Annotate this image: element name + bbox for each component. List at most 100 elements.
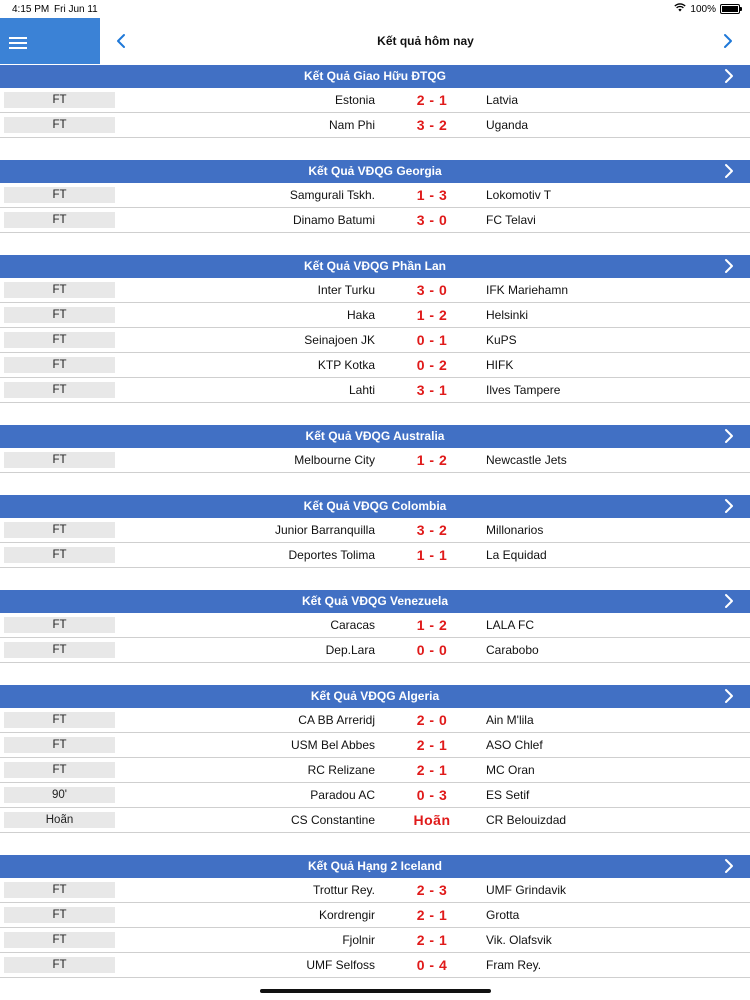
league-section: Kết Quả VĐQG Phần Lan FT Inter Turku 3 - 0 I… bbox=[0, 255, 750, 403]
away-team: Millonarios bbox=[486, 523, 544, 537]
match-row[interactable]: FT UMF Selfoss 0 - 4 Fram Rey. bbox=[0, 953, 750, 978]
match-score: 3 - 2 bbox=[416, 522, 448, 538]
match-status: FT bbox=[4, 907, 115, 923]
match-row[interactable]: 90' Paradou AC 0 - 3 ES Setif bbox=[0, 783, 750, 808]
away-team: HIFK bbox=[486, 358, 514, 372]
match-score: 1 - 1 bbox=[416, 547, 448, 563]
match-status: FT bbox=[4, 92, 115, 108]
match-status: FT bbox=[4, 382, 115, 398]
away-team: MC Oran bbox=[486, 763, 535, 777]
match-score: 2 - 1 bbox=[416, 92, 448, 108]
match-score: 0 - 2 bbox=[416, 357, 448, 373]
chevron-right-icon bbox=[725, 69, 733, 83]
league-header[interactable]: Kết Quả VĐQG Georgia bbox=[0, 160, 750, 183]
match-row[interactable]: Hoãn CS Constantine Hoãn CR Belouizdad bbox=[0, 808, 750, 833]
top-bar: Kết quả hôm nay bbox=[101, 18, 750, 64]
match-row[interactable]: FT Haka 1 - 2 Helsinki bbox=[0, 303, 750, 328]
match-row[interactable]: FT Nam Phi 3 - 2 Uganda bbox=[0, 113, 750, 138]
chevron-right-icon bbox=[725, 429, 733, 443]
match-row[interactable]: FT Caracas 1 - 2 LALA FC bbox=[0, 613, 750, 638]
match-row[interactable]: FT Samgurali Tskh. 1 - 3 Lokomotiv T bbox=[0, 183, 750, 208]
away-team: Carabobo bbox=[486, 643, 539, 657]
match-row[interactable]: FT Inter Turku 3 - 0 IFK Mariehamn bbox=[0, 278, 750, 303]
away-team: Ilves Tampere bbox=[486, 383, 561, 397]
home-team: UMF Selfoss bbox=[306, 958, 375, 972]
status-bar: 4:15 PM Fri Jun 11 100% bbox=[0, 0, 750, 18]
match-score: Hoãn bbox=[413, 812, 451, 828]
away-team: Vik. Olafsvik bbox=[486, 933, 552, 947]
home-team: Lahti bbox=[348, 383, 375, 397]
away-team: KuPS bbox=[486, 333, 517, 347]
league-header[interactable]: Kết Quả Hạng 2 Iceland bbox=[0, 855, 750, 878]
league-title: Kết Quả VĐQG Australia bbox=[305, 429, 445, 443]
results-list[interactable]: Kết Quả Giao Hữu ĐTQG FT Estonia 2 - 1 Latvi… bbox=[0, 65, 750, 1000]
match-score: 0 - 1 bbox=[416, 332, 448, 348]
away-team: Uganda bbox=[486, 118, 529, 132]
menu-button[interactable] bbox=[0, 18, 100, 64]
away-team: La Equidad bbox=[486, 548, 547, 562]
match-status: FT bbox=[4, 882, 115, 898]
home-team: USM Bel Abbes bbox=[290, 738, 375, 752]
home-indicator[interactable] bbox=[260, 989, 491, 993]
match-status: FT bbox=[4, 547, 115, 563]
away-team: LALA FC bbox=[486, 618, 535, 632]
league-header[interactable]: Kết Quả VĐQG Phần Lan bbox=[0, 255, 750, 278]
league-section: Kết Quả Hạng 2 Iceland FT Trottur Rey. 2 - … bbox=[0, 855, 750, 978]
home-team: Inter Turku bbox=[317, 283, 375, 297]
status-time: 4:15 PM bbox=[12, 4, 50, 15]
away-team: Latvia bbox=[486, 93, 519, 107]
league-title: Kết Quả VĐQG Georgia bbox=[308, 164, 442, 178]
league-header[interactable]: Kết Quả Giao Hữu ĐTQG bbox=[0, 65, 750, 88]
chevron-right-icon bbox=[724, 34, 732, 48]
league-section: Kết Quả VĐQG Algeria FT CA BB Arreridj 2 - … bbox=[0, 685, 750, 833]
match-row[interactable]: FT Trottur Rey. 2 - 3 UMF Grindavik bbox=[0, 878, 750, 903]
away-team: ES Setif bbox=[486, 788, 530, 802]
league-header[interactable]: Kết Quả VĐQG Colombia bbox=[0, 495, 750, 518]
match-row[interactable]: FT KTP Kotka 0 - 2 HIFK bbox=[0, 353, 750, 378]
away-team: Grotta bbox=[486, 908, 520, 922]
match-row[interactable]: FT Kordrengir 2 - 1 Grotta bbox=[0, 903, 750, 928]
match-status: FT bbox=[4, 282, 115, 298]
home-team: Dep.Lara bbox=[325, 643, 375, 657]
match-score: 1 - 3 bbox=[416, 187, 448, 203]
match-status: FT bbox=[4, 187, 115, 203]
status-date: Fri Jun 11 bbox=[54, 4, 98, 15]
match-status: FT bbox=[4, 357, 115, 373]
match-row[interactable]: FT Fjolnir 2 - 1 Vik. Olafsvik bbox=[0, 928, 750, 953]
away-team: FC Telavi bbox=[486, 213, 536, 227]
match-row[interactable]: FT CA BB Arreridj 2 - 0 Ain M'lila bbox=[0, 708, 750, 733]
match-row[interactable]: FT Seinajoen JK 0 - 1 KuPS bbox=[0, 328, 750, 353]
home-team: Paradou AC bbox=[310, 788, 375, 802]
match-row[interactable]: FT Deportes Tolima 1 - 1 La Equidad bbox=[0, 543, 750, 568]
match-score: 0 - 0 bbox=[416, 642, 448, 658]
match-status: FT bbox=[4, 452, 115, 468]
league-title: Kết Quả VĐQG Venezuela bbox=[301, 594, 449, 608]
match-row[interactable]: FT Estonia 2 - 1 Latvia bbox=[0, 88, 750, 113]
home-team: Kordrengir bbox=[318, 908, 375, 922]
match-row[interactable]: FT RC Relizane 2 - 1 MC Oran bbox=[0, 758, 750, 783]
match-status: FT bbox=[4, 957, 115, 973]
league-section: Kết Quả Giao Hữu ĐTQG FT Estonia 2 - 1 Latvi… bbox=[0, 65, 750, 138]
chevron-right-icon bbox=[725, 164, 733, 178]
home-team: Caracas bbox=[330, 618, 375, 632]
match-status: FT bbox=[4, 307, 115, 323]
match-row[interactable]: FT Melbourne City 1 - 2 Newcastle Jets bbox=[0, 448, 750, 473]
page-title: Kết quả hôm nay bbox=[377, 34, 474, 48]
league-section: Kết Quả VĐQG Australia FT Melbourne City 1 … bbox=[0, 425, 750, 473]
chevron-right-icon bbox=[725, 689, 733, 703]
match-row[interactable]: FT Lahti 3 - 1 Ilves Tampere bbox=[0, 378, 750, 403]
home-team: Trottur Rey. bbox=[312, 883, 375, 897]
league-header[interactable]: Kết Quả VĐQG Australia bbox=[0, 425, 750, 448]
home-team: CS Constantine bbox=[290, 813, 375, 827]
match-status: FT bbox=[4, 712, 115, 728]
league-header[interactable]: Kết Quả VĐQG Venezuela bbox=[0, 590, 750, 613]
match-row[interactable]: FT Dep.Lara 0 - 0 Carabobo bbox=[0, 638, 750, 663]
match-row[interactable]: FT USM Bel Abbes 2 - 1 ASO Chlef bbox=[0, 733, 750, 758]
match-row[interactable]: FT Junior Barranquilla 3 - 2 Millonarios bbox=[0, 518, 750, 543]
league-header[interactable]: Kết Quả VĐQG Algeria bbox=[0, 685, 750, 708]
away-team: Helsinki bbox=[486, 308, 529, 322]
chevron-right-icon bbox=[725, 859, 733, 873]
match-row[interactable]: FT Dinamo Batumi 3 - 0 FC Telavi bbox=[0, 208, 750, 233]
next-day-button[interactable] bbox=[716, 30, 738, 52]
away-team: IFK Mariehamn bbox=[486, 283, 569, 297]
